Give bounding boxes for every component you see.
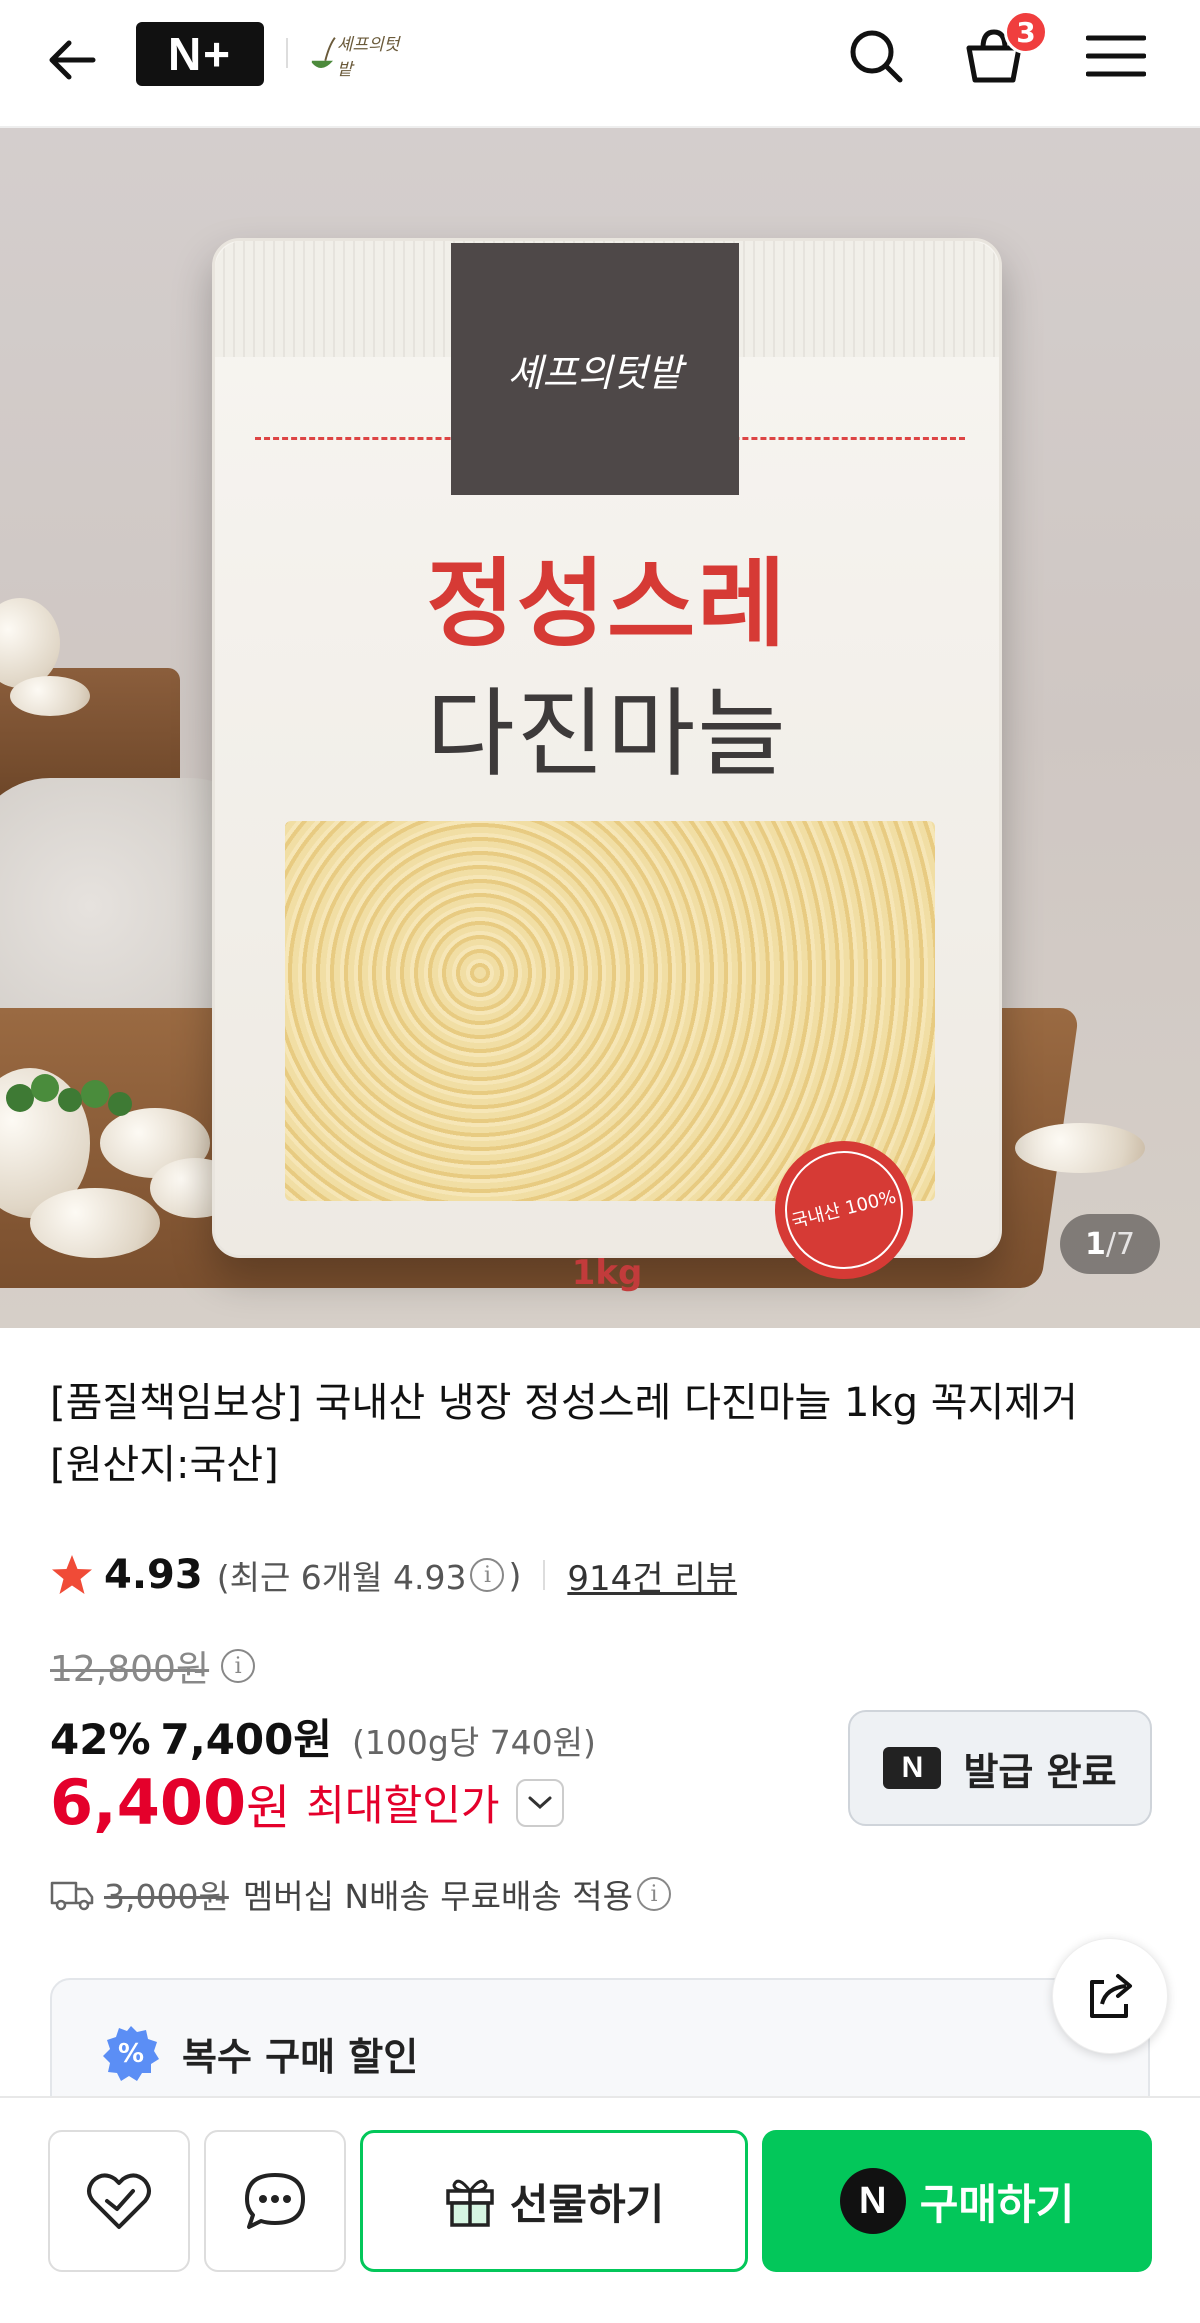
search-button[interactable] bbox=[842, 22, 910, 90]
gift-icon bbox=[445, 2179, 494, 2227]
rating-recent-close: ) bbox=[508, 1555, 522, 1595]
share-icon bbox=[1090, 1974, 1132, 2018]
rating-score: 4.93 bbox=[104, 1552, 203, 1598]
max-discount-unit: 원 bbox=[246, 1779, 291, 1836]
garlic-clove bbox=[30, 1188, 160, 1258]
naver-plus-logo[interactable]: N+ bbox=[136, 22, 264, 86]
top-header: N+ 셰프의텃밭 3 bbox=[0, 0, 1200, 128]
coupon-label: 발급 완료 bbox=[963, 1749, 1117, 1794]
naver-n-badge: N bbox=[883, 1747, 942, 1789]
hamburger-menu-icon bbox=[1086, 35, 1146, 77]
unit-price: (100g당 740원) bbox=[352, 1723, 596, 1762]
shipping-row: 3,000원 멤버십 N배송 무료배송 적용 i bbox=[50, 1870, 675, 1918]
truck-icon bbox=[50, 1881, 94, 1911]
bottom-action-bar: 선물하기 N 구매하기 bbox=[0, 2096, 1200, 2323]
back-arrow-icon bbox=[49, 40, 96, 80]
gift-button[interactable]: 선물하기 bbox=[360, 2130, 748, 2272]
shipping-fee: 3,000원 bbox=[104, 1877, 229, 1916]
share-button[interactable] bbox=[1052, 1938, 1168, 2054]
chevron-down-icon bbox=[528, 1796, 551, 1809]
heart-check-icon bbox=[87, 2173, 151, 2229]
buy-button[interactable]: N 구매하기 bbox=[762, 2130, 1152, 2272]
rating-recent-text: (최근 6개월 4.93 bbox=[216, 1558, 467, 1597]
chat-bubble-icon bbox=[245, 2173, 305, 2229]
sale-price-row: 42% 7,400원 (100g당 740원) bbox=[50, 1706, 596, 1767]
coupon-issued-button[interactable]: N 발급 완료 bbox=[848, 1710, 1152, 1826]
image-pager: 1/7 bbox=[1060, 1214, 1160, 1274]
talk-talk-button[interactable] bbox=[204, 2130, 346, 2272]
naver-pay-icon: N bbox=[839, 2168, 906, 2234]
garlic-clove bbox=[10, 676, 90, 716]
rating-recent: (최근 6개월 4.93 i ) bbox=[217, 1551, 522, 1599]
product-package: 셰프의텃밭 정성스레 다진마늘 국내산 100% 1kg bbox=[212, 238, 1002, 1294]
max-discount-price: 6,400 bbox=[50, 1766, 247, 1839]
product-title: [품질책임보상] 국내산 냉장 정성스레 다진마늘 1kg 꼭지제거 [원산지:… bbox=[50, 1380, 1078, 1488]
menu-button[interactable] bbox=[1082, 22, 1150, 90]
discount-rate: 42% bbox=[50, 1715, 151, 1764]
multi-discount-header: % 복수 구매 할인 bbox=[102, 2024, 418, 2082]
ladle-icon bbox=[311, 37, 336, 69]
review-count-link[interactable]: 914건 리뷰 bbox=[567, 1551, 737, 1600]
search-icon bbox=[850, 30, 903, 83]
info-icon[interactable]: i bbox=[470, 1558, 505, 1592]
sale-price: 7,400원 bbox=[160, 1715, 333, 1764]
cart-count-badge: 3 bbox=[1004, 10, 1048, 54]
max-discount-label: 최대할인가 bbox=[306, 1781, 500, 1830]
package-weight: 1kg bbox=[571, 1253, 643, 1293]
shipping-text: 멤버십 N배송 무료배송 적용 bbox=[242, 1877, 633, 1916]
max-discount-expand-button[interactable] bbox=[515, 1778, 564, 1827]
original-price-row: 12,800원 i bbox=[50, 1640, 259, 1692]
rating-row: 4.93 (최근 6개월 4.93 i ) 914건 리뷰 bbox=[50, 1548, 737, 1602]
package-title-line1: 정성스레 bbox=[426, 548, 788, 660]
back-button[interactable] bbox=[40, 28, 104, 92]
wishlist-button[interactable] bbox=[48, 2130, 190, 2272]
product-image-gallery[interactable]: 셰프의텃밭 정성스레 다진마늘 국내산 100% 1kg 1/7 bbox=[0, 128, 1200, 1328]
gift-label: 선물하기 bbox=[509, 2179, 665, 2229]
parsley-icon bbox=[6, 1074, 132, 1116]
package-brand-label: 셰프의텃밭 bbox=[451, 243, 739, 495]
info-icon[interactable]: i bbox=[221, 1649, 256, 1683]
multi-discount-title: 복수 구매 할인 bbox=[182, 2034, 419, 2079]
percent-badge-icon: % bbox=[103, 2026, 159, 2081]
header-divider bbox=[286, 38, 288, 68]
info-icon[interactable]: i bbox=[636, 1877, 671, 1911]
buy-label: 구매하기 bbox=[919, 2179, 1075, 2229]
rating-divider bbox=[543, 1560, 546, 1590]
package-title-line2: 다진마늘 bbox=[426, 678, 788, 790]
garlic-clove bbox=[1015, 1123, 1145, 1173]
star-icon bbox=[52, 1555, 92, 1594]
max-discount-row: 6,400 원 최대할인가 bbox=[50, 1766, 564, 1839]
svg-text:%: % bbox=[118, 2039, 144, 2069]
original-price: 12,800원 bbox=[50, 1649, 210, 1690]
brand-store-logo[interactable]: 셰프의텃밭 bbox=[308, 24, 412, 86]
